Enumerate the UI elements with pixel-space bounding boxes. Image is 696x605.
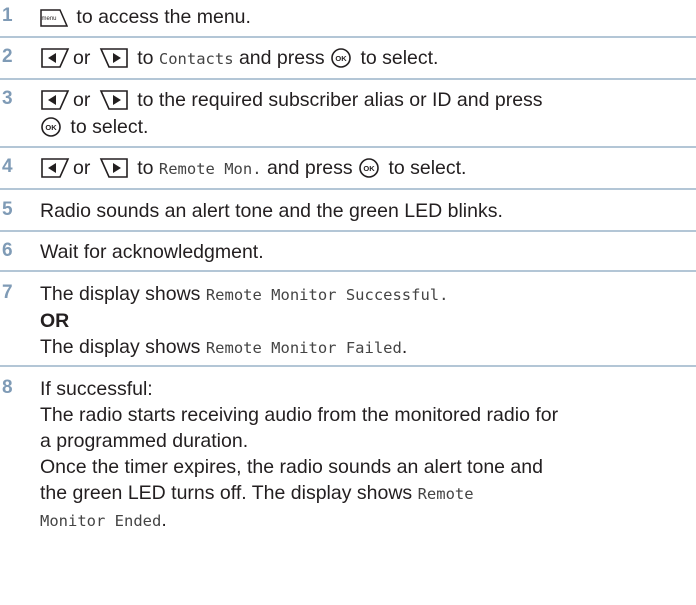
step-number: 5 bbox=[2, 199, 13, 220]
ok-key-icon: OK bbox=[358, 157, 380, 179]
left-arrow-key-icon bbox=[40, 157, 70, 179]
step-number: 4 bbox=[2, 156, 13, 177]
svg-text:OK: OK bbox=[45, 123, 57, 132]
step-text: to access the menu. bbox=[76, 6, 251, 28]
or-label: OR bbox=[40, 310, 70, 332]
display-message: Remote Monitor Failed bbox=[205, 339, 402, 357]
ok-key-icon: OK bbox=[330, 47, 352, 69]
step-8: 8 If successful: The radio starts receiv… bbox=[2, 377, 559, 531]
step-number: 7 bbox=[2, 282, 13, 303]
step-1: 1 menu to access the menu. bbox=[0, 0, 696, 38]
step-number: 1 bbox=[2, 5, 13, 26]
step-text: Wait for acknowledgment. bbox=[40, 241, 264, 263]
step-number: 3 bbox=[2, 88, 13, 109]
step-number: 8 bbox=[2, 377, 13, 398]
step-5: 5 Radio sounds an alert tone and the gre… bbox=[0, 190, 696, 232]
step-number: 2 bbox=[2, 46, 13, 67]
right-arrow-key-icon bbox=[99, 89, 129, 111]
menu-item-name: Remote Mon. bbox=[158, 160, 262, 178]
ok-key-icon: OK bbox=[40, 116, 62, 138]
menu-key-icon: menu bbox=[40, 8, 68, 28]
left-arrow-key-icon bbox=[40, 47, 70, 69]
step-4: 4 or to Remote Mon. and press OK to sele… bbox=[0, 148, 696, 190]
right-arrow-key-icon bbox=[99, 157, 129, 179]
svg-text:OK: OK bbox=[335, 54, 347, 63]
display-message: Remote bbox=[417, 485, 474, 503]
right-arrow-key-icon bbox=[99, 47, 129, 69]
procedure-steps: 1 menu to access the menu. 2 or to Conta… bbox=[0, 0, 696, 545]
step-7: 7 The display shows Remote Monitor Succe… bbox=[0, 272, 696, 367]
menu-key-label: menu bbox=[41, 16, 56, 22]
step-text: Radio sounds an alert tone and the green… bbox=[40, 200, 503, 222]
menu-item-name: Contacts bbox=[158, 50, 234, 68]
svg-text:OK: OK bbox=[363, 164, 375, 173]
step-2: 2 or to Contacts and press OK to select. bbox=[0, 38, 696, 80]
display-message: Monitor Ended bbox=[40, 512, 162, 530]
step-3: 3 or to the required subscriber alias or… bbox=[0, 80, 696, 148]
step-6: 6 Wait for acknowledgment. bbox=[0, 232, 696, 272]
display-message: Remote Monitor Successful. bbox=[205, 286, 449, 304]
left-arrow-key-icon bbox=[40, 89, 70, 111]
step-number: 6 bbox=[2, 240, 13, 261]
